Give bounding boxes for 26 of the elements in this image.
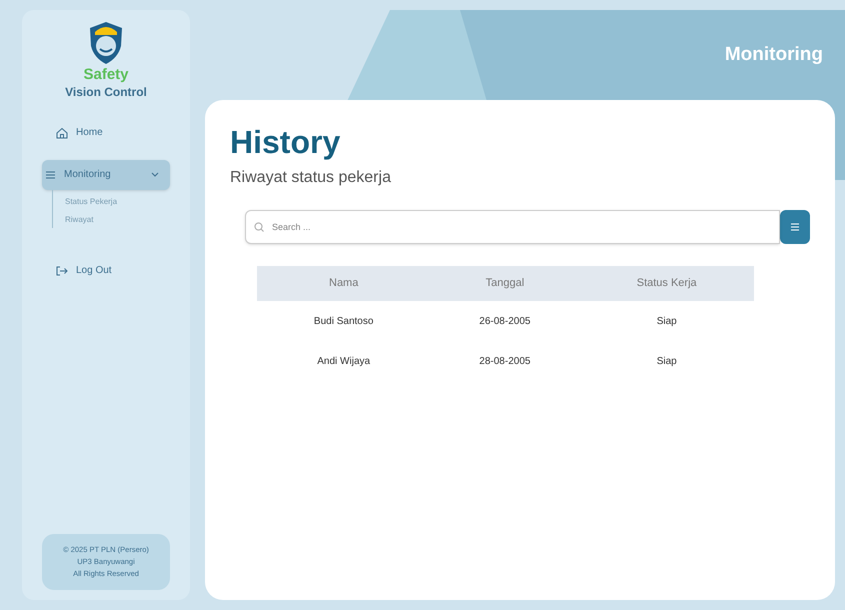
column-header: Nama xyxy=(257,266,430,301)
submenu-item[interactable]: Riwayat xyxy=(65,214,94,226)
column-header: Tanggal xyxy=(430,266,580,301)
list-icon xyxy=(790,222,800,232)
brand-name: Safety xyxy=(83,66,129,85)
table-cell-text: Siap xyxy=(656,354,678,368)
table-cell-text: 28-08-2005 xyxy=(478,354,532,368)
table-cell: 26-08-2005 xyxy=(430,301,580,341)
nav-item[interactable]: Log Out xyxy=(42,256,170,286)
search-field[interactable]: Search ... xyxy=(245,210,780,244)
home-icon xyxy=(56,126,68,139)
table-cell: Siap xyxy=(579,301,754,341)
search-icon xyxy=(254,222,264,232)
submenu-item[interactable]: Status Pekerja xyxy=(65,196,118,208)
table-cell-text: Andi Wijaya xyxy=(316,354,372,368)
logout-icon xyxy=(56,266,68,276)
page-title: History xyxy=(230,123,342,162)
page-subtitle: Riwayat status pekerja xyxy=(230,168,392,188)
list-icon xyxy=(45,170,56,180)
header-title: Monitoring xyxy=(724,42,823,67)
nav-item[interactable]: Home xyxy=(42,118,170,148)
column-header: Status Kerja xyxy=(579,266,754,301)
nav-item[interactable]: Monitoring xyxy=(42,160,170,190)
table-cell: Budi Santoso xyxy=(257,301,430,341)
filter-button[interactable] xyxy=(780,210,810,244)
brand-subtitle: Vision Control xyxy=(65,84,147,100)
